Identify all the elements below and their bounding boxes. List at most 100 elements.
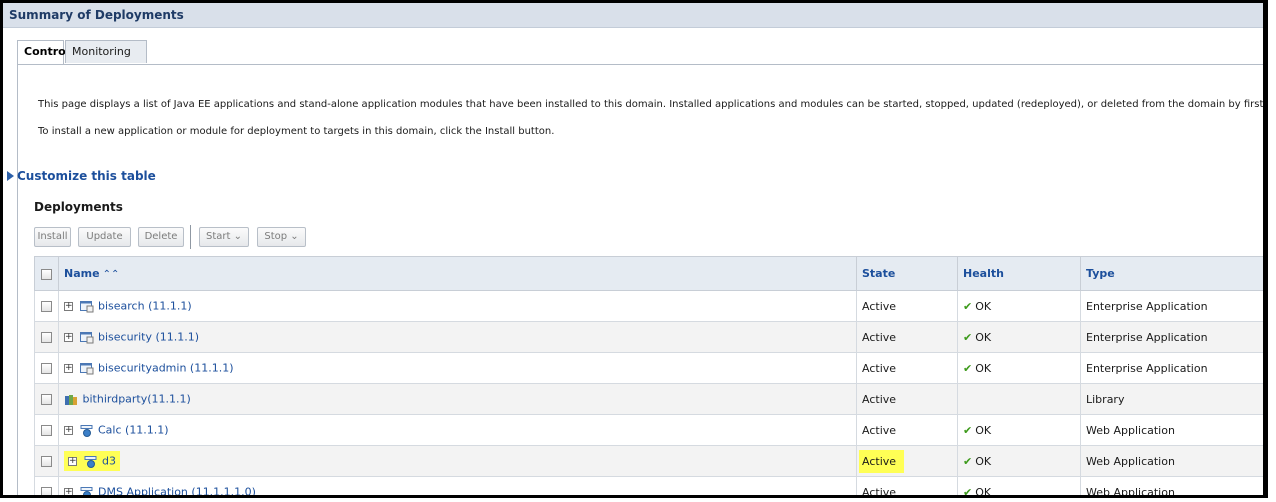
column-name-label: Name: [64, 267, 100, 280]
name-cell: + bisearch (11.1.1): [58, 290, 857, 322]
type-cell: Enterprise Application: [1080, 290, 1263, 322]
row-checkbox[interactable]: [41, 487, 52, 495]
column-header-state[interactable]: State: [856, 256, 958, 291]
type-cell: Enterprise Application: [1080, 321, 1263, 353]
name-cell: + DMS Application (11.1.1.1.0): [58, 476, 857, 495]
start-dropdown-button[interactable]: Start ⌄: [199, 227, 249, 247]
library-icon: [65, 394, 77, 405]
row-select-cell: [34, 414, 59, 446]
state-cell: Active: [856, 352, 958, 384]
expand-triangle-icon: [7, 171, 14, 181]
row-checkbox[interactable]: [41, 425, 52, 436]
checkmark-icon: ✔: [963, 454, 973, 468]
deployment-name-link[interactable]: bisecurity (11.1.1): [98, 331, 199, 344]
type-cell: Web Application: [1080, 476, 1263, 495]
deployment-name-link[interactable]: Calc (11.1.1): [98, 424, 169, 437]
row-checkbox[interactable]: [41, 332, 52, 343]
update-button[interactable]: Update: [78, 227, 131, 247]
section-title: Deployments: [34, 200, 123, 214]
expand-icon[interactable]: +: [64, 301, 73, 311]
expand-icon[interactable]: +: [68, 456, 77, 466]
checkmark-icon: ✔: [963, 485, 973, 498]
customize-table-link[interactable]: Customize this table: [7, 169, 156, 183]
row-select-cell: [34, 321, 59, 353]
health-label: OK: [975, 485, 992, 498]
health-label: OK: [975, 361, 992, 375]
type-cell: Enterprise Application: [1080, 352, 1263, 384]
row-checkbox[interactable]: [41, 363, 52, 374]
tab-control[interactable]: Control: [17, 40, 69, 64]
state-cell: Active: [856, 445, 958, 477]
web-app-icon: [80, 424, 92, 437]
health-cell: ✔ OK: [957, 321, 1081, 353]
table-row: + d3 Active ✔ OK Web Application: [34, 445, 1263, 477]
deployment-name-link[interactable]: d3: [102, 455, 116, 468]
table-row: + bisearch (11.1.1) Active ✔ OK Enterpris…: [34, 290, 1263, 322]
checkmark-icon: ✔: [963, 423, 973, 437]
name-cell: + bisecurity (11.1.1): [58, 321, 857, 353]
checkmark-icon: ✔: [963, 330, 973, 344]
enterprise-app-icon: [79, 300, 93, 313]
customize-table-label: Customize this table: [17, 169, 156, 183]
health-cell: ✔ OK: [957, 414, 1081, 446]
column-header-name[interactable]: Name ⌃⌃: [58, 256, 857, 291]
health-label: OK: [975, 299, 992, 313]
table-row: bithirdparty(11.1.1) Active Library: [34, 383, 1263, 415]
deployment-name-link[interactable]: bithirdparty(11.1.1): [83, 393, 191, 406]
description-line-2: To install a new application or module f…: [38, 126, 555, 137]
row-select-cell: [34, 445, 59, 477]
name-cell: + Calc (11.1.1): [58, 414, 857, 446]
column-header-health[interactable]: Health: [957, 256, 1081, 291]
row-select-cell: [34, 352, 59, 384]
tab-monitoring[interactable]: Monitoring: [65, 40, 147, 63]
title-bar: Summary of Deployments: [3, 3, 1263, 28]
table-row: + bisecurityadmin (11.1.1) Active ✔ OK En…: [34, 352, 1263, 384]
row-select-cell: [34, 383, 59, 415]
sort-ascending-icon[interactable]: ⌃⌃: [103, 269, 120, 280]
row-select-cell: [34, 476, 59, 495]
expand-icon[interactable]: +: [64, 363, 73, 373]
deployments-window: Summary of Deployments Control Monitorin…: [0, 0, 1268, 498]
deployments-table: Name ⌃⌃ State Health Type + bisearch (11.…: [34, 256, 1263, 498]
highlight-mark: + d3: [64, 451, 120, 471]
select-all-cell: [34, 256, 59, 291]
delete-button[interactable]: Delete: [138, 227, 184, 247]
select-all-checkbox[interactable]: [41, 268, 52, 280]
health-label: OK: [975, 330, 992, 344]
health-cell: ✔ OK: [957, 445, 1081, 477]
health-cell: [957, 383, 1081, 415]
health-label: OK: [975, 423, 992, 437]
table-row: + DMS Application (11.1.1.1.0) Active ✔ O…: [34, 476, 1263, 498]
type-cell: Web Application: [1080, 414, 1263, 446]
state-cell: Active: [856, 383, 958, 415]
expand-icon[interactable]: +: [64, 487, 73, 495]
deployment-name-link[interactable]: bisearch (11.1.1): [98, 300, 192, 313]
deployment-name-link[interactable]: bisecurityadmin (11.1.1): [98, 362, 234, 375]
toolbar-separator: [190, 225, 191, 249]
checkmark-icon: ✔: [963, 361, 973, 375]
row-checkbox[interactable]: [41, 301, 52, 312]
install-button[interactable]: Install: [34, 227, 71, 247]
stop-dropdown-button[interactable]: Stop ⌄: [257, 227, 306, 247]
column-header-type[interactable]: Type: [1080, 256, 1263, 291]
expand-icon[interactable]: +: [64, 425, 73, 435]
chevron-down-icon: ⌄: [290, 231, 299, 242]
health-cell: ✔ OK: [957, 290, 1081, 322]
web-app-icon: [80, 486, 92, 495]
health-cell: ✔ OK: [957, 352, 1081, 384]
expand-icon[interactable]: +: [64, 332, 73, 342]
table-header-row: Name ⌃⌃ State Health Type: [34, 256, 1263, 291]
name-cell: bithirdparty(11.1.1): [58, 383, 857, 415]
row-checkbox[interactable]: [41, 456, 52, 467]
row-checkbox[interactable]: [41, 394, 52, 405]
start-label: Start: [205, 231, 231, 242]
stop-label: Stop: [264, 231, 288, 242]
state-cell: Active: [856, 290, 958, 322]
deployment-name-link[interactable]: DMS Application (11.1.1.1.0): [98, 486, 256, 495]
type-cell: Web Application: [1080, 445, 1263, 477]
name-cell: + d3: [58, 445, 857, 477]
state-cell: Active: [856, 476, 958, 495]
health-cell: ✔ OK: [957, 476, 1081, 498]
name-cell: + bisecurityadmin (11.1.1): [58, 352, 857, 384]
description-line-1: This page displays a list of Java EE app…: [38, 99, 1268, 110]
